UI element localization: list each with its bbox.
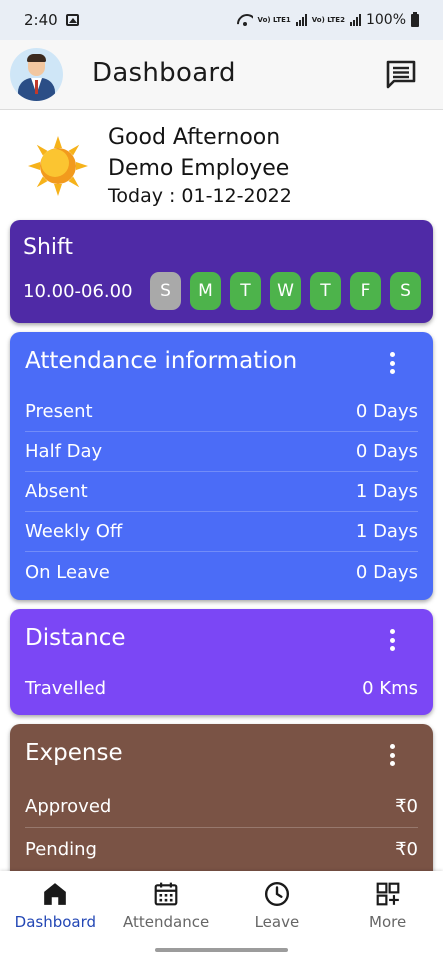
grid-plus-icon: [376, 882, 399, 906]
expense-row-approved: Approved ₹0: [25, 785, 418, 828]
status-bar: 2:40 Vo) LTE1 Vo) LTE2 100%: [0, 0, 443, 40]
row-label: Pending: [25, 839, 97, 860]
distance-title: Distance: [25, 625, 126, 651]
expense-row-pending: Pending ₹0: [25, 828, 418, 871]
calendar-icon: [154, 882, 178, 906]
employee-name: Demo Employee: [108, 156, 290, 181]
shift-time: 10.00-06.00: [23, 281, 133, 302]
row-label: Present: [25, 401, 93, 422]
nav-dashboard[interactable]: Dashboard: [0, 871, 111, 941]
row-label: Absent: [25, 481, 88, 502]
battery-percent: 100%: [365, 12, 406, 28]
greeting-text: Good Afternoon Demo Employee: [108, 122, 289, 184]
gallery-icon: [65, 14, 79, 26]
row-label: Half Day: [25, 441, 103, 462]
clock-icon: [264, 881, 289, 907]
distance-card[interactable]: Distance Travelled 0 Kms: [10, 609, 433, 715]
gesture-bar: [0, 941, 443, 960]
nav-attendance[interactable]: Attendance: [111, 871, 222, 941]
more-vert-icon[interactable]: [389, 744, 395, 766]
attendance-rows: Present 0 Days Half Day 0 Days Absent 1 …: [25, 392, 418, 592]
attendance-row-half-day: Half Day 0 Days: [25, 432, 418, 472]
status-right: Vo) LTE1 Vo) LTE2 100%: [237, 11, 419, 28]
attendance-title: Attendance information: [25, 348, 298, 374]
shift-days: S M T W T F S: [150, 272, 421, 310]
expense-card[interactable]: Expense Approved ₹0 Pending ₹0: [10, 724, 433, 884]
battery-icon: [411, 11, 419, 27]
row-value: 0 Days: [355, 401, 418, 422]
row-value: 0 Days: [355, 441, 418, 462]
signal-icon: [295, 14, 307, 26]
attendance-row-present: Present 0 Days: [25, 392, 418, 432]
row-label: On Leave: [25, 561, 110, 583]
more-vert-icon[interactable]: [389, 629, 395, 651]
row-label: Travelled: [25, 677, 107, 699]
bottom-nav: Dashboard Attendance Leave More: [0, 871, 443, 941]
nav-label: Dashboard: [14, 913, 97, 931]
distance-row-travelled: Travelled 0 Kms: [25, 668, 418, 708]
row-value: ₹0: [395, 795, 418, 817]
expense-title: Expense: [25, 740, 123, 766]
app-bar: Dashboard: [0, 40, 443, 110]
sim1-label: Vo) LTE1: [257, 15, 291, 24]
day-friday: F: [350, 272, 381, 310]
attendance-row-absent: Absent 1 Days: [25, 472, 418, 512]
attendance-row-on-leave: On Leave 0 Days: [25, 552, 418, 592]
wifi-icon: [237, 14, 253, 26]
avatar-tie: [35, 80, 38, 94]
day-wednesday: W: [270, 272, 301, 310]
signal-icon: [349, 14, 361, 26]
greeting-section: Good Afternoon Demo Employee Today : 01-…: [0, 111, 443, 215]
nav-label: More: [369, 913, 407, 931]
avatar-hair: [27, 54, 46, 62]
shift-title: Shift: [23, 235, 74, 260]
day-thursday: T: [310, 272, 341, 310]
day-sunday: S: [150, 272, 181, 310]
sim2-label: Vo) LTE2: [311, 15, 345, 24]
row-value: 0 Days: [355, 561, 418, 583]
home-gesture-handle[interactable]: [155, 948, 288, 952]
row-value: ₹0: [395, 839, 418, 860]
nav-label: Leave: [254, 913, 300, 931]
day-tuesday: T: [230, 272, 261, 310]
nav-leave[interactable]: Leave: [222, 871, 333, 941]
today-date: Today : 01-12-2022: [108, 185, 292, 207]
page-title: Dashboard: [92, 58, 236, 88]
attendance-card[interactable]: Attendance information Present 0 Days Ha…: [10, 332, 433, 600]
row-label: Weekly Off: [25, 521, 123, 542]
status-left: 2:40: [24, 11, 79, 29]
attendance-row-weekly-off: Weekly Off 1 Days: [25, 512, 418, 552]
avatar[interactable]: [10, 48, 63, 101]
distance-rows: Travelled 0 Kms: [25, 668, 418, 708]
chat-icon[interactable]: [384, 58, 418, 92]
expense-rows: Approved ₹0 Pending ₹0: [25, 785, 418, 871]
day-monday: M: [190, 272, 221, 310]
shift-card[interactable]: Shift 10.00-06.00 S M T W T F S: [10, 220, 433, 323]
status-time: 2:40: [24, 11, 58, 29]
day-saturday: S: [390, 272, 421, 310]
nav-more[interactable]: More: [332, 871, 443, 941]
more-vert-icon[interactable]: [389, 352, 395, 374]
row-value: 0 Kms: [362, 677, 418, 699]
nav-label: Attendance: [123, 913, 210, 931]
greeting-line: Good Afternoon: [108, 125, 281, 150]
row-value: 1 Days: [355, 521, 418, 542]
sun-icon: [28, 136, 88, 196]
row-value: 1 Days: [355, 481, 418, 502]
row-label: Approved: [25, 795, 112, 817]
home-icon: [44, 883, 67, 905]
